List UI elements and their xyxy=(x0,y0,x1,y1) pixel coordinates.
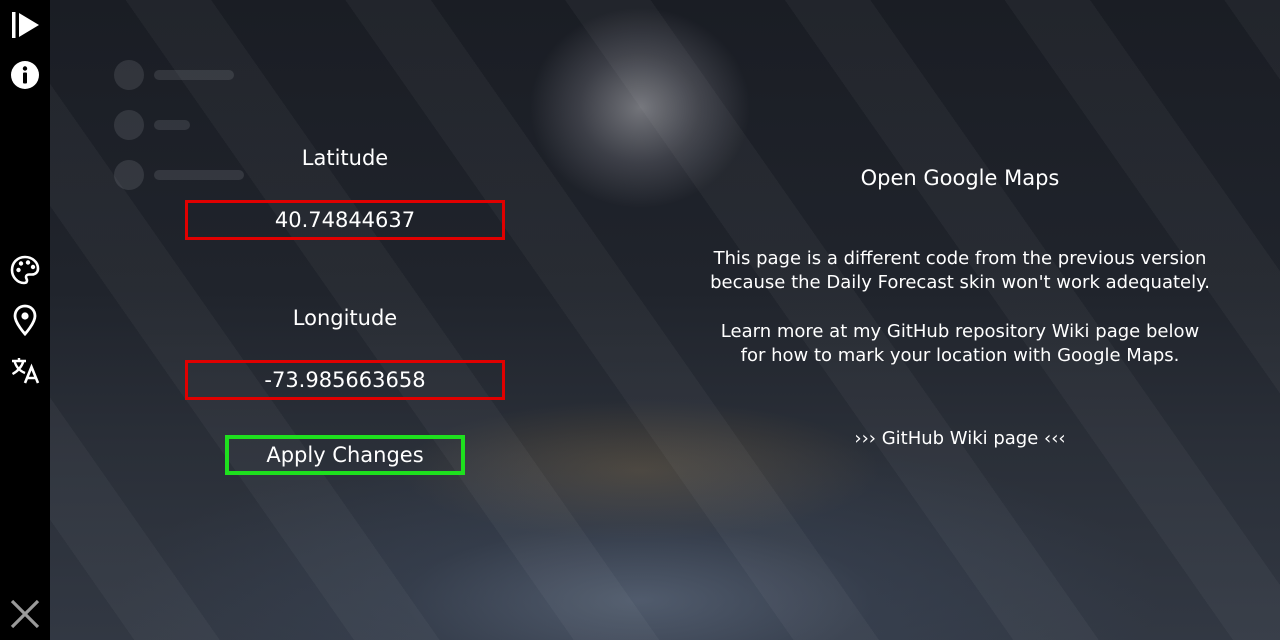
translate-icon[interactable] xyxy=(8,353,42,387)
app-window: Latitude Longitude Apply Changes Open Go… xyxy=(0,0,1280,640)
palette-icon[interactable] xyxy=(8,253,42,287)
info-paragraph-2-line-1: Learn more at my GitHub repository Wiki … xyxy=(720,321,1200,342)
close-icon[interactable] xyxy=(8,597,42,631)
open-google-maps-link[interactable]: Open Google Maps xyxy=(680,166,1240,190)
info-paragraph-2: Learn more at my GitHub repository Wiki … xyxy=(680,320,1240,368)
sidebar xyxy=(0,0,50,640)
latitude-label: Latitude xyxy=(301,146,389,170)
apply-changes-button[interactable]: Apply Changes xyxy=(225,435,465,475)
info-paragraph-1-line-2: because the Daily Forecast skin won't wo… xyxy=(710,272,1210,293)
github-wiki-link[interactable]: ››› GitHub Wiki page ‹‹‹ xyxy=(680,428,1240,449)
latitude-input[interactable] xyxy=(185,200,505,240)
location-pin-icon[interactable] xyxy=(8,303,42,337)
longitude-label: Longitude xyxy=(292,306,398,330)
info-icon[interactable] xyxy=(8,58,42,92)
info-paragraph-1: This page is a different code from the p… xyxy=(680,247,1240,295)
info-paragraph-2-line-2: for how to mark your location with Googl… xyxy=(740,345,1180,366)
background-ghost-menu xyxy=(50,0,310,200)
longitude-input[interactable] xyxy=(185,360,505,400)
info-paragraph-1-line-1: This page is a different code from the p… xyxy=(713,248,1207,269)
play-icon[interactable] xyxy=(8,8,42,42)
